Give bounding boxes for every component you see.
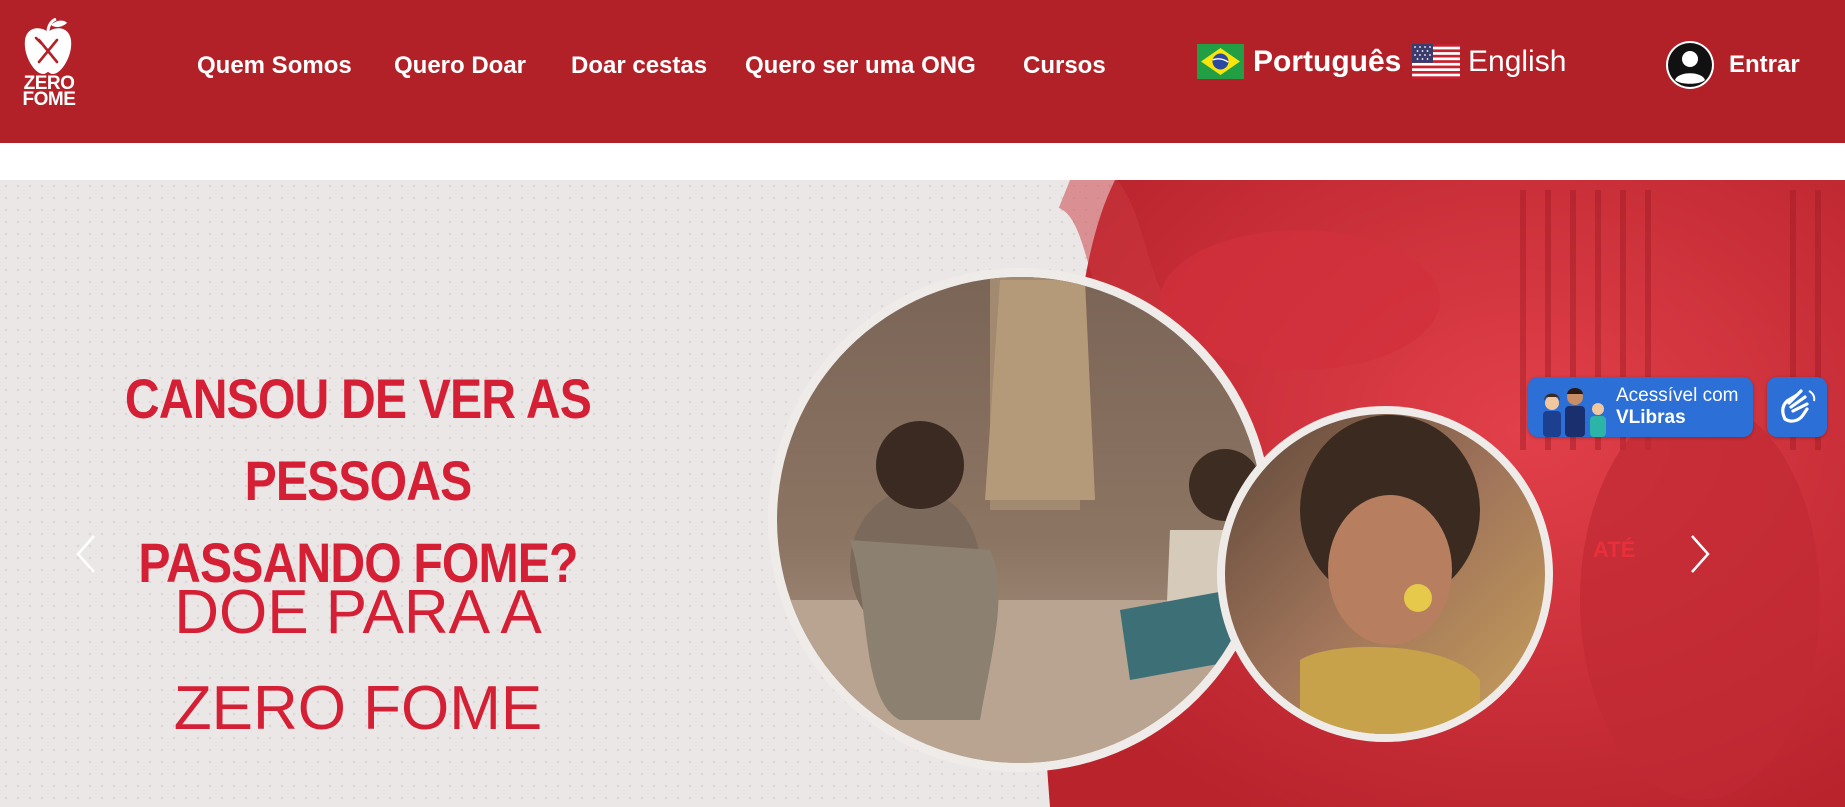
brazil-flag-icon xyxy=(1197,44,1244,79)
zero-fome-logo[interactable]: ZERO FOME xyxy=(18,18,80,118)
language-portuguese[interactable]: Português xyxy=(1197,44,1401,79)
vlibras-toggle-button[interactable] xyxy=(1767,377,1827,437)
hero-subline-line2: ZERO FOME xyxy=(173,674,543,743)
vlibras-avatars-icon xyxy=(1543,388,1606,437)
background-text-ate: ATÉ xyxy=(1593,537,1636,562)
nav-quem-somos[interactable]: Quem Somos xyxy=(197,52,352,80)
user-avatar-icon xyxy=(1666,41,1714,89)
usa-flag-icon xyxy=(1412,44,1460,79)
chevron-left-icon[interactable] xyxy=(74,532,98,576)
language-english-label: English xyxy=(1468,44,1567,78)
site-header: ZERO FOME Quem Somos Quero Doar Doar ces… xyxy=(0,0,1845,143)
login-label: Entrar xyxy=(1729,51,1800,78)
chevron-right-icon[interactable] xyxy=(1688,532,1712,576)
hero-carousel: ATÉ CANSOU DE VER AS PESSOAS PASSANDO FO… xyxy=(0,180,1845,807)
nav-doar-cestas[interactable]: Doar cestas xyxy=(571,52,707,80)
sign-language-hand-icon xyxy=(1781,389,1816,423)
nav-cursos[interactable]: Cursos xyxy=(1023,52,1106,80)
hero-call-to-action: DOE PARA A ZERO FOME xyxy=(18,565,698,757)
language-portuguese-label: Português xyxy=(1253,44,1402,78)
login-button[interactable]: Entrar xyxy=(1665,40,1800,90)
logo-text-fome: FOME xyxy=(22,89,76,110)
apple-logo-icon xyxy=(24,18,72,74)
nav-quero-doar[interactable]: Quero Doar xyxy=(394,52,526,80)
language-english[interactable]: English xyxy=(1412,44,1566,79)
hero-headline-line1: CANSOU DE VER AS PESSOAS xyxy=(124,367,592,512)
nav-quero-ser-uma-ong[interactable]: Quero ser uma ONG xyxy=(745,52,976,80)
vlibras-accessibility-button[interactable]: Acessível com VLibras xyxy=(1528,377,1753,437)
vlibras-line2: VLibras xyxy=(1616,407,1686,428)
vlibras-line1: Acessível com xyxy=(1616,385,1739,406)
hero-subline-line1: DOE PARA A xyxy=(174,578,542,647)
